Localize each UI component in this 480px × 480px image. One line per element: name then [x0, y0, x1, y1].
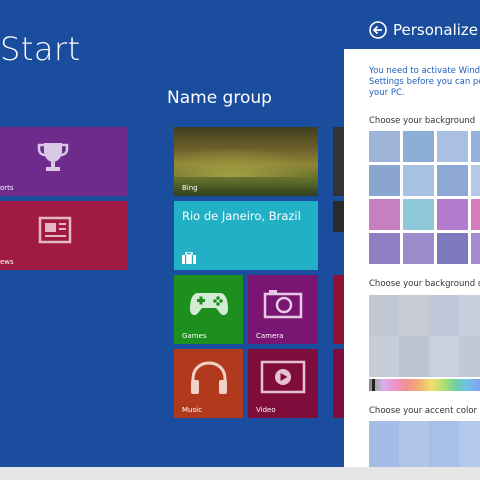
- background-pattern-option[interactable]: [437, 233, 468, 264]
- warning-line: You need to activate Windo: [369, 66, 480, 76]
- tile-music-label: Music: [182, 406, 202, 414]
- background-pattern-option[interactable]: [369, 233, 400, 264]
- tile-travel-city: Rio de Janeiro, Brazil: [182, 209, 301, 223]
- tile-games-label: Games: [182, 332, 207, 340]
- background-pattern-option[interactable]: [403, 233, 434, 264]
- tile-bing[interactable]: Bing: [174, 127, 318, 196]
- bing-landscape-image: [174, 147, 318, 177]
- tile-sports[interactable]: orts: [0, 127, 127, 196]
- tile-camera[interactable]: Camera: [248, 275, 318, 344]
- background-color-section-label: Choose your background co: [369, 279, 480, 289]
- tile-music[interactable]: Music: [174, 349, 243, 418]
- start-screen: Start Name group orts ews Bing Rio de Ja…: [0, 0, 344, 467]
- tile-games[interactable]: Games: [174, 275, 243, 344]
- taskbar: [0, 467, 480, 480]
- tile-partial[interactable]: [333, 349, 344, 418]
- tile-news-label: ews: [0, 258, 14, 266]
- tile-bing-label: Bing: [182, 184, 198, 192]
- back-arrow-icon[interactable]: [369, 21, 387, 39]
- trophy-icon: [35, 141, 71, 173]
- color-spectrum-slider[interactable]: [369, 379, 480, 391]
- accent-color-swatches[interactable]: [369, 421, 480, 467]
- start-title: Start: [0, 30, 81, 68]
- background-section-label: Choose your background: [369, 116, 476, 126]
- background-pattern-option[interactable]: [403, 199, 434, 230]
- slider-handle[interactable]: [372, 379, 375, 391]
- background-pattern-option[interactable]: [369, 131, 400, 162]
- background-pattern-option[interactable]: [403, 131, 434, 162]
- play-icon: [260, 360, 306, 394]
- accent-color-section-label: Choose your accent color: [369, 406, 478, 416]
- personalize-title: Personalize: [393, 21, 479, 39]
- background-color-swatches[interactable]: [369, 295, 480, 377]
- warning-line: Settings before you can pe: [369, 77, 480, 87]
- tile-sports-label: orts: [0, 184, 14, 192]
- background-pattern-option[interactable]: [471, 233, 480, 264]
- tile-camera-label: Camera: [256, 332, 284, 340]
- tile-partial[interactable]: [333, 201, 344, 232]
- activation-warning[interactable]: You need to activate Windo Settings befo…: [369, 66, 480, 99]
- background-pattern-option[interactable]: [437, 131, 468, 162]
- background-pattern-option[interactable]: [403, 165, 434, 196]
- background-pattern-option[interactable]: [471, 165, 480, 196]
- background-pattern-option[interactable]: [471, 199, 480, 230]
- tile-partial[interactable]: [333, 275, 344, 344]
- tile-video-label: Video: [256, 406, 276, 414]
- headphones-icon: [188, 359, 230, 397]
- background-pattern-option[interactable]: [369, 165, 400, 196]
- newspaper-icon: [38, 215, 74, 245]
- personalize-panel: Personalize You need to activate Windo S…: [344, 0, 480, 467]
- tile-news[interactable]: ews: [0, 201, 127, 270]
- personalize-header: Personalize: [344, 0, 480, 49]
- background-pattern-option[interactable]: [437, 165, 468, 196]
- background-pattern-option[interactable]: [471, 131, 480, 162]
- camera-icon: [263, 287, 303, 319]
- group-name-label[interactable]: Name group: [167, 88, 272, 108]
- gamepad-icon: [188, 287, 230, 319]
- tile-partial[interactable]: [333, 127, 344, 196]
- background-pattern-option[interactable]: [369, 199, 400, 230]
- tile-video[interactable]: Video: [248, 349, 318, 418]
- tile-travel[interactable]: Rio de Janeiro, Brazil: [174, 201, 318, 270]
- suitcase-icon: [182, 252, 196, 264]
- warning-line: your PC.: [369, 88, 405, 98]
- background-pattern-option[interactable]: [437, 199, 468, 230]
